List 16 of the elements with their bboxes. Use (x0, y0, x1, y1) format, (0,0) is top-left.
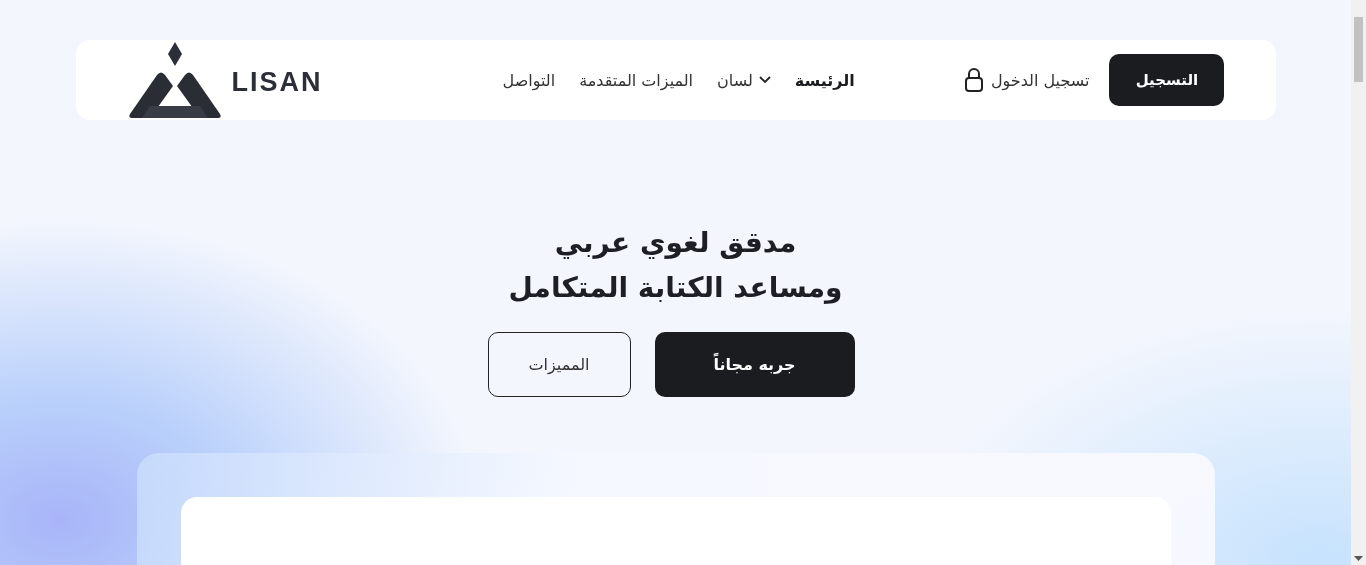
login-link[interactable]: تسجيل الدخول (964, 68, 1090, 92)
scroll-down-icon[interactable] (1354, 556, 1363, 561)
logo-icon (127, 40, 222, 120)
scrollbar[interactable] (1351, 0, 1366, 565)
nav-link[interactable]: التواصل (502, 70, 556, 90)
try-free-button[interactable]: جربه مجاناً (654, 332, 855, 397)
hero-title: ومساعد الكتابة المتكامل (508, 270, 843, 306)
register-button[interactable]: التسجيل (1109, 54, 1225, 106)
nav-link[interactable]: الميزات المتقدمة (579, 70, 694, 90)
nav-link[interactable]: لسان (717, 70, 771, 90)
nav-link[interactable]: الرئيسة (794, 70, 855, 90)
scroll-thumb[interactable] (1354, 17, 1363, 82)
hero-title: مدقق لغوي عربي (554, 225, 797, 261)
features-button[interactable]: المميزات (487, 332, 631, 397)
logo-text: LISAN (231, 66, 323, 98)
lock-icon (964, 68, 983, 92)
